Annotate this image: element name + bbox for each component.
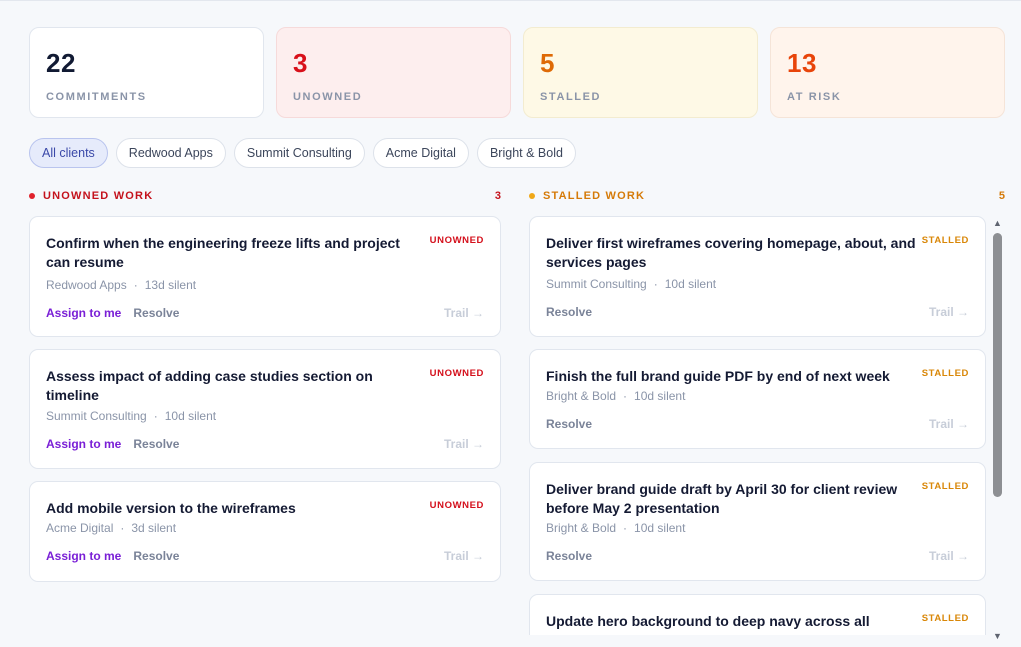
trail-link[interactable]: Trail → [929,549,969,563]
card-actions: Resolve [546,417,592,431]
trail-link[interactable]: Trail → [444,549,484,563]
unowned-work-column: UNOWNED WORK 3 Confirm when the engineer… [29,189,501,582]
commitment-card[interactable]: Deliver first wireframes covering homepa… [529,216,986,337]
assign-to-me-button[interactable]: Assign to me [46,549,121,563]
stat-value: 3 [293,48,308,78]
status-badge: UNOWNED [429,235,484,246]
stat-stalled[interactable]: 5 STALLED [523,27,758,118]
status-badge: UNOWNED [429,500,484,511]
resolve-button[interactable]: Resolve [133,306,179,320]
silent-duration: 10d silent [164,409,217,423]
card-meta: Redwood Apps · 13d silent [46,278,197,292]
filter-acme-digital[interactable]: Acme Digital [372,138,469,168]
stalled-scroll-area[interactable]: Deliver first wireframes covering homepa… [529,216,989,635]
status-badge: UNOWNED [429,368,484,379]
client-filter-bar: All clients Redwood Apps Summit Consulti… [29,138,576,168]
unowned-work-header: UNOWNED WORK 3 [29,189,501,203]
card-title: Confirm when the engineering freeze lift… [46,235,400,270]
stat-label: UNOWNED [293,91,363,103]
stat-unowned[interactable]: 3 UNOWNED [276,27,511,118]
stat-at-risk[interactable]: 13 AT RISK [770,27,1005,118]
card-title: Finish the full brand guide PDF by end o… [546,368,890,384]
card-meta: Summit Consulting · 10d silent [46,409,217,423]
silent-duration: 10d silent [634,389,686,403]
assign-to-me-button[interactable]: Assign to me [46,306,121,320]
card-actions: Assign to me Resolve [46,549,179,563]
stat-value: 13 [787,48,817,78]
client-name: Acme Digital [46,521,114,535]
trail-link[interactable]: Trail → [444,306,484,320]
filter-summit-consulting[interactable]: Summit Consulting [233,138,365,168]
card-title: Deliver brand guide draft by April 30 fo… [546,481,898,516]
commitment-card[interactable]: Finish the full brand guide PDF by end o… [529,349,986,449]
resolve-button[interactable]: Resolve [546,305,592,319]
resolve-button[interactable]: Resolve [546,549,592,563]
trail-link[interactable]: Trail → [444,437,484,451]
assign-to-me-button[interactable]: Assign to me [46,437,121,451]
silent-duration: 3d silent [131,521,177,535]
client-name: Summit Consulting [46,409,147,423]
stat-value: 22 [46,48,76,78]
stat-label: AT RISK [787,91,842,103]
stat-label: STALLED [540,91,602,103]
silent-duration: 10d silent [634,521,686,535]
stalled-work-header: STALLED WORK 5 [529,189,1005,203]
client-name: Summit Consulting [546,277,647,291]
card-title: Add mobile version to the wireframes [46,500,296,516]
silent-duration: 13d silent [144,278,197,292]
stat-value: 5 [540,48,555,78]
stat-commitments[interactable]: 22 COMMITMENTS [29,27,264,118]
filter-bright-and-bold[interactable]: Bright & Bold [476,138,576,168]
trail-link[interactable]: Trail → [929,305,969,319]
column-count: 5 [998,190,1005,202]
card-title: Update hero background to deep navy acro… [546,613,870,629]
scroll-down-icon[interactable]: ▼ [993,632,1002,641]
card-title: Assess impact of adding case studies sec… [46,368,373,403]
client-name: Redwood Apps [46,278,127,292]
card-meta: Bright & Bold · 10d silent [546,521,686,535]
card-actions: Resolve [546,305,592,319]
commitment-card[interactable]: Confirm when the engineering freeze lift… [29,216,501,337]
commitment-card[interactable]: Add mobile version to the wireframes UNO… [29,481,501,582]
resolve-button[interactable]: Resolve [133,549,179,563]
commitment-card[interactable]: Assess impact of adding case studies sec… [29,349,501,469]
stalled-work-column: STALLED WORK 5 Deliver first wireframes … [529,189,1005,635]
status-badge: STALLED [921,235,969,246]
stats-row: 22 COMMITMENTS 3 UNOWNED 5 STALLED 13 AT… [29,27,1005,118]
client-name: Bright & Bold [546,521,617,535]
card-actions: Assign to me Resolve [46,437,179,451]
commitment-card[interactable]: Update hero background to deep navy acro… [529,594,986,635]
status-badge: STALLED [921,368,969,379]
status-badge: STALLED [921,481,969,492]
client-name: Bright & Bold [546,389,617,403]
card-meta: Summit Consulting · 10d silent [546,277,717,291]
card-title: Deliver first wireframes covering homepa… [546,235,916,270]
resolve-button[interactable]: Resolve [133,437,179,451]
vertical-scrollbar[interactable]: ▲ ▼ [992,217,1004,641]
yellow-dot-icon [529,193,535,199]
stat-label: COMMITMENTS [46,91,147,103]
card-meta: Acme Digital · 3d silent [46,521,177,535]
filter-all-clients[interactable]: All clients [29,138,108,168]
resolve-button[interactable]: Resolve [546,417,592,431]
scrollbar-thumb[interactable] [993,233,1002,497]
column-title: UNOWNED WORK [43,190,154,202]
card-actions: Assign to me Resolve [46,306,179,320]
filter-redwood-apps[interactable]: Redwood Apps [115,138,226,168]
card-meta: Bright & Bold · 10d silent [546,389,686,403]
card-actions: Resolve [546,549,592,563]
column-title: STALLED WORK [543,190,646,202]
column-count: 3 [494,190,501,202]
scroll-up-icon[interactable]: ▲ [993,219,1002,228]
red-dot-icon [29,193,35,199]
status-badge: STALLED [921,613,969,624]
silent-duration: 10d silent [664,277,717,291]
trail-link[interactable]: Trail → [929,417,969,431]
commitment-card[interactable]: Deliver brand guide draft by April 30 fo… [529,462,986,581]
